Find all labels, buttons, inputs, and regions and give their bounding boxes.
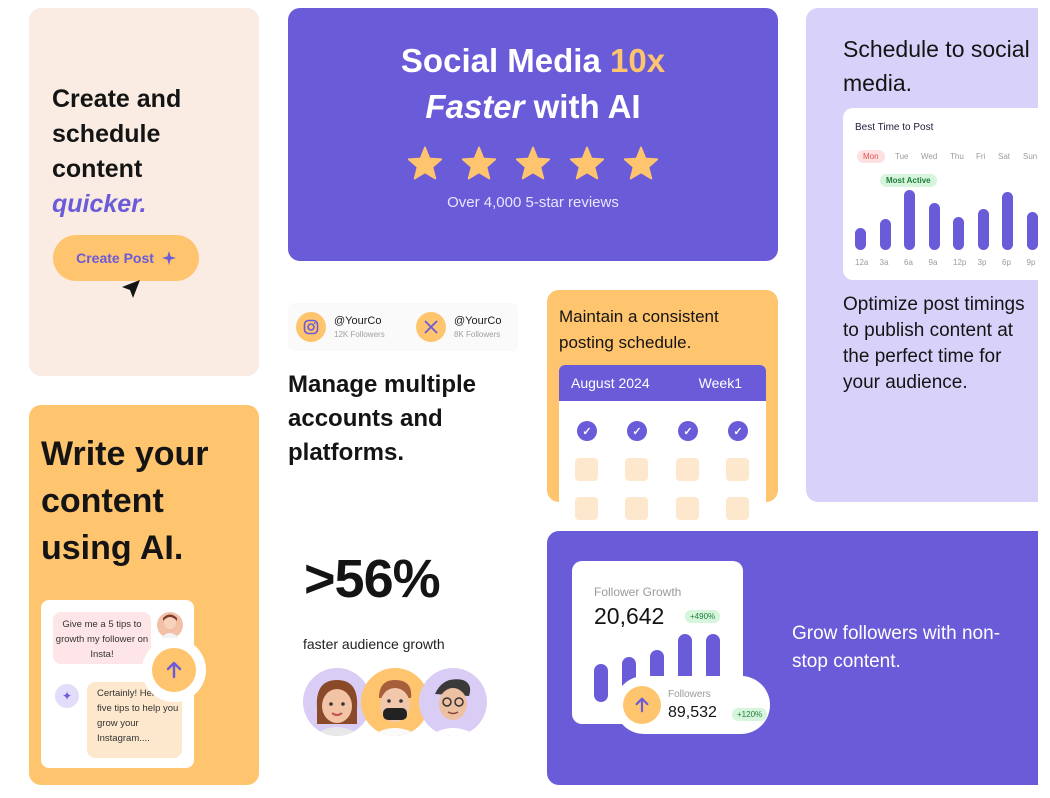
- star-icon: [515, 146, 551, 180]
- account-instagram[interactable]: @YourCo 12K Followers: [296, 307, 385, 347]
- check-icon: ✓: [678, 421, 698, 441]
- time-tick: 9a: [928, 258, 938, 267]
- schedule-card: Schedule to social media. Best Time to P…: [806, 8, 1038, 502]
- instagram-icon: [296, 312, 326, 342]
- accounts-strip: @YourCo 12K Followers @YourCo 8K Followe…: [288, 303, 518, 351]
- growth-label: Follower Growth: [594, 585, 682, 599]
- growth-bar: [594, 664, 608, 702]
- activity-bar: [904, 190, 915, 250]
- most-active-badge: Most Active: [880, 174, 937, 187]
- day-label-sat[interactable]: Sat: [998, 152, 1010, 161]
- accounts-title: Manage multiple accounts and platforms.: [288, 371, 477, 466]
- cursor-icon: [122, 280, 140, 298]
- calendar-slot[interactable]: [575, 458, 598, 481]
- day-label-wed[interactable]: Wed: [921, 152, 937, 161]
- chart-title: Best Time to Post: [855, 122, 934, 133]
- activity-bar: [1026, 212, 1038, 250]
- avatar: [419, 668, 487, 736]
- calendar-widget: August 2024 Week1 ✓ ✓ ✓ ✓: [559, 365, 766, 525]
- activity-bar: [977, 209, 989, 250]
- star-icon: [461, 146, 497, 180]
- followers-label: Followers: [668, 689, 711, 700]
- arrow-up-icon: [623, 686, 661, 724]
- time-tick: 3a: [879, 258, 889, 267]
- upload-fab[interactable]: [142, 638, 206, 702]
- calendar-slot[interactable]: [676, 458, 699, 481]
- day-label-fri[interactable]: Fri: [976, 152, 985, 161]
- best-time-chart: Best Time to Post Most Active Mon Tue Wed T…: [843, 108, 1038, 280]
- calendar-slot[interactable]: [676, 497, 699, 520]
- followers-body: Grow followers with non-stop content.: [792, 623, 1001, 672]
- calendar-slot[interactable]: [726, 497, 749, 520]
- time-tick: 6a: [904, 258, 913, 267]
- activity-bar: [928, 203, 940, 250]
- rating-stars: [288, 146, 778, 180]
- check-icon: ✓: [577, 421, 597, 441]
- activity-bar: [879, 219, 891, 250]
- calendar-slot[interactable]: [625, 497, 648, 520]
- x-icon: [416, 312, 446, 342]
- star-icon: [623, 146, 659, 180]
- calendar-slot[interactable]: [625, 458, 648, 481]
- calendar-week: Week1: [698, 375, 742, 391]
- growth-value: 20,642: [594, 603, 665, 629]
- ai-card-title: Write your content using AI.: [41, 435, 209, 567]
- growth-stat: >56%: [304, 549, 441, 609]
- star-icon: [407, 146, 443, 180]
- create-card: Create and schedule content quicker. Cre…: [29, 8, 259, 376]
- create-card-title: Create and schedule content quicker.: [52, 85, 182, 218]
- sparkle-icon: [161, 251, 176, 265]
- calendar-month: August 2024: [571, 375, 650, 391]
- day-label-mon[interactable]: Mon: [857, 150, 885, 163]
- user-avatar: [157, 612, 183, 638]
- followers-badge: +120%: [732, 708, 768, 721]
- time-tick: 6p: [1002, 258, 1011, 267]
- star-icon: [569, 146, 605, 180]
- day-label-tue[interactable]: Tue: [895, 152, 909, 161]
- check-icon: ✓: [627, 421, 647, 441]
- time-tick: 9p: [1026, 258, 1036, 267]
- arrow-up-icon: [152, 648, 196, 692]
- followers-widget: Followers 89,532 +120%: [615, 676, 770, 734]
- calendar-slot[interactable]: [575, 497, 598, 520]
- followers-value: 89,532: [668, 704, 717, 721]
- create-post-button[interactable]: Create Post: [53, 235, 199, 281]
- time-tick: 12p: [953, 258, 967, 267]
- growth-badge: +490%: [685, 610, 721, 623]
- schedule-title: Schedule to social media.: [843, 36, 1030, 96]
- activity-bar: [1002, 192, 1013, 250]
- calendar-title: Maintain a consistent posting schedule.: [559, 307, 719, 352]
- calendar-header: August 2024 Week1: [559, 365, 766, 401]
- calendar-slot[interactable]: [726, 458, 749, 481]
- growth-stat-label: faster audience growth: [303, 636, 445, 652]
- activity-bar: [953, 217, 964, 250]
- user-message: Give me a 5 tips to growth my follower o…: [53, 612, 151, 664]
- day-label-sun[interactable]: Sun: [1023, 152, 1037, 161]
- account-x[interactable]: @YourCo 8K Followers: [416, 307, 501, 347]
- time-tick: 3p: [977, 258, 987, 267]
- check-icon: ✓: [728, 421, 748, 441]
- hero-card: Social Media 10x Faster with AI Over 4,0…: [288, 8, 778, 261]
- ai-sparkle-icon: ✦: [55, 684, 79, 708]
- schedule-body: Optimize post timings to publish content…: [843, 294, 1025, 393]
- reviews-text: Over 4,000 5-star reviews: [447, 194, 619, 211]
- time-tick: 12a: [855, 258, 869, 267]
- hero-headline: Social Media 10x Faster with AI: [400, 42, 666, 125]
- activity-bar: [855, 228, 866, 250]
- day-label-thu[interactable]: Thu: [950, 152, 964, 161]
